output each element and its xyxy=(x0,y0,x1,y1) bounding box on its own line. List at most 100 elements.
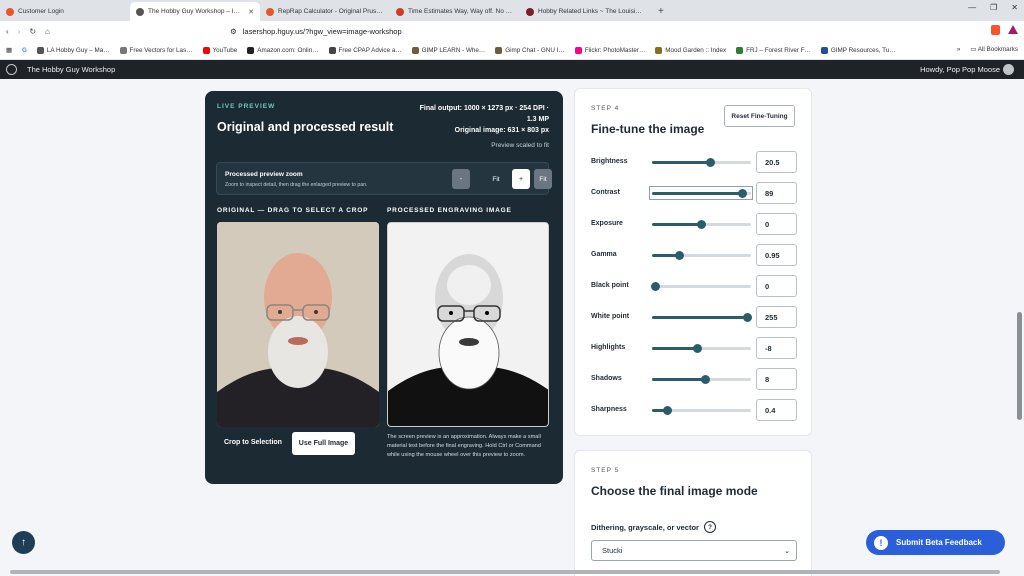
minimize-icon[interactable]: — xyxy=(968,3,976,12)
site-favicon-icon xyxy=(396,7,404,16)
bookmark-label: LA Hobby Guy – Ma… xyxy=(46,47,110,54)
tab-hobby-guy-workshop[interactable]: The Hobby Guy Workshop – Ima… ✕ xyxy=(130,2,260,21)
all-bookmarks-button[interactable]: ▭ All Bookmarks xyxy=(970,46,1018,53)
forward-icon[interactable]: › xyxy=(18,27,21,36)
slider-thumb[interactable] xyxy=(705,158,715,167)
site-name-link[interactable]: The Hobby Guy Workshop xyxy=(27,65,115,74)
live-preview-label: LIVE PREVIEW xyxy=(217,103,276,110)
slider-value-input[interactable]: 0.4 xyxy=(756,399,797,421)
slider-track[interactable] xyxy=(652,344,751,353)
wordpress-logo-icon[interactable] xyxy=(6,64,17,75)
new-tab-button[interactable]: + xyxy=(650,2,672,21)
slider-track[interactable] xyxy=(652,313,752,322)
window-controls: — ❐ ✕ xyxy=(968,3,1018,12)
help-icon[interactable]: ? xyxy=(703,521,716,533)
close-tab-icon[interactable]: ✕ xyxy=(248,8,254,16)
zoom-out-button[interactable]: - xyxy=(452,169,470,189)
bookmark-item[interactable]: Free CPAP Advice a… xyxy=(328,47,402,54)
slider-track[interactable] xyxy=(652,251,751,260)
reset-fine-tuning-button[interactable]: Reset Fine-Tuning xyxy=(724,105,795,127)
slider-value-input[interactable]: -8 xyxy=(756,337,797,359)
url-field[interactable]: ⚙ lasershop.hguy.us/?hgw_view=image-work… xyxy=(230,24,790,39)
image-mode-select[interactable]: Stucki ⌄ xyxy=(591,540,797,561)
zoom-in-button[interactable]: + xyxy=(512,169,530,189)
reload-icon[interactable]: ↻ xyxy=(29,27,36,36)
slider-track[interactable] xyxy=(652,406,751,415)
slider-value-input[interactable]: 0.95 xyxy=(756,244,797,266)
slider-track[interactable] xyxy=(652,220,751,229)
tab-title: Hobby Related Links ~ The Louisiana… xyxy=(538,8,644,15)
slider-label: Black point xyxy=(591,282,629,289)
tab-customer-login[interactable]: Customer Login xyxy=(0,2,130,21)
bookmark-label: GIMP Resources, Tu… xyxy=(830,47,896,54)
slider-value-input[interactable]: 20.5 xyxy=(756,151,797,173)
tab-time-estimates[interactable]: Time Estimates Way, Way off. No oth… xyxy=(390,2,520,21)
slider-row-highlights: Highlights -8 xyxy=(591,337,797,359)
bookmark-item[interactable]: LA Hobby Guy – Ma… xyxy=(36,47,110,54)
maximize-icon[interactable]: ❐ xyxy=(990,3,997,12)
bookmark-item[interactable]: Amazon.com: Onlin… xyxy=(247,47,319,54)
slider-track[interactable] xyxy=(651,282,751,291)
slider-label: White point xyxy=(591,313,630,320)
slider-thumb[interactable] xyxy=(737,189,747,198)
bookmark-item[interactable]: GIMP LEARN - Whe… xyxy=(411,47,485,54)
final-output-info: Final output: 1000 × 1273 px · 254 DPI ·… xyxy=(419,105,549,123)
zoom-fit-button[interactable]: Fit xyxy=(534,169,552,189)
slider-track[interactable] xyxy=(652,375,751,384)
tab-reprap-calculator[interactable]: RepRap Calculator - Original Prusa 3… xyxy=(260,2,390,21)
bookmark-item[interactable]: FRJ – Forest River F… xyxy=(736,47,811,54)
slider-fill xyxy=(652,223,702,226)
crop-to-selection-button[interactable]: Crop to Selection xyxy=(224,439,282,446)
slider-thumb[interactable] xyxy=(651,282,661,291)
browser-toolbar-right xyxy=(991,25,1018,35)
bookmark-label: Flickr: PhotoMaster… xyxy=(584,47,646,54)
arrow-up-icon: ↑ xyxy=(21,537,26,548)
tab-hobby-related-links[interactable]: Hobby Related Links ~ The Louisiana… xyxy=(520,2,650,21)
back-icon[interactable]: ‹ xyxy=(6,27,9,36)
vertical-scrollbar[interactable] xyxy=(1017,312,1022,420)
slider-track[interactable] xyxy=(652,189,751,198)
howdy-user-link[interactable]: Howdy, Pop Pop Moose xyxy=(920,65,1000,74)
bookmark-item[interactable]: Flickr: PhotoMaster… xyxy=(574,47,646,54)
slider-thumb[interactable] xyxy=(700,375,710,384)
slider-value-input[interactable]: 255 xyxy=(756,306,797,328)
user-avatar-icon[interactable] xyxy=(1003,64,1014,75)
bookmark-item[interactable]: YouTube xyxy=(202,47,237,54)
tab-title: Time Estimates Way, Way off. No oth… xyxy=(408,8,514,15)
bookmark-item[interactable]: Mood Garden :: Index xyxy=(655,47,726,54)
slider-row-shadows: Shadows 8 xyxy=(591,368,797,390)
slider-thumb[interactable] xyxy=(742,313,752,322)
bookmark-item[interactable]: GIMP Resources, Tu… xyxy=(820,47,896,54)
close-window-icon[interactable]: ✕ xyxy=(1011,3,1018,12)
horizontal-scrollbar[interactable] xyxy=(10,570,1000,574)
chevron-down-icon: ⌄ xyxy=(784,548,790,555)
home-icon[interactable]: ⌂ xyxy=(45,27,50,36)
slider-value-input[interactable]: 0 xyxy=(756,275,797,297)
slider-value-input[interactable]: 0 xyxy=(756,213,797,235)
bookmark-item[interactable]: Gimp Chat - GNU I… xyxy=(495,47,565,54)
google-icon[interactable]: G xyxy=(22,47,27,54)
slider-thumb[interactable] xyxy=(693,344,703,353)
use-full-image-button[interactable]: Use Full Image xyxy=(292,432,355,455)
slider-thumb[interactable] xyxy=(675,251,685,260)
slider-track[interactable] xyxy=(652,158,751,167)
alert-icon: ! xyxy=(874,535,888,550)
brave-rewards-icon[interactable] xyxy=(1008,25,1018,34)
step4-panel: STEP 4 Fine-tune the image Reset Fine-Tu… xyxy=(574,88,812,436)
scroll-to-top-button[interactable]: ↑ xyxy=(12,531,35,554)
apps-grid-icon[interactable]: ▦ xyxy=(6,47,12,54)
original-image-crop-area[interactable] xyxy=(217,222,379,427)
more-bookmarks-button[interactable]: » xyxy=(957,46,961,53)
slider-value-input[interactable]: 89 xyxy=(756,182,797,204)
slider-value-input[interactable]: 8 xyxy=(756,368,797,390)
step5-label: STEP 5 xyxy=(591,467,620,474)
slider-thumb[interactable] xyxy=(663,406,673,415)
submit-beta-feedback-button[interactable]: ! Submit Beta Feedback xyxy=(866,530,1005,555)
brave-shields-icon[interactable] xyxy=(991,25,1000,35)
slider-label: Contrast xyxy=(591,189,620,196)
processed-engraving-image[interactable] xyxy=(387,222,549,427)
bookmark-item[interactable]: Free Vectors for Las… xyxy=(119,47,193,54)
site-info-icon[interactable]: ⚙ xyxy=(230,27,237,36)
slider-fill xyxy=(652,378,706,381)
slider-thumb[interactable] xyxy=(697,220,706,229)
